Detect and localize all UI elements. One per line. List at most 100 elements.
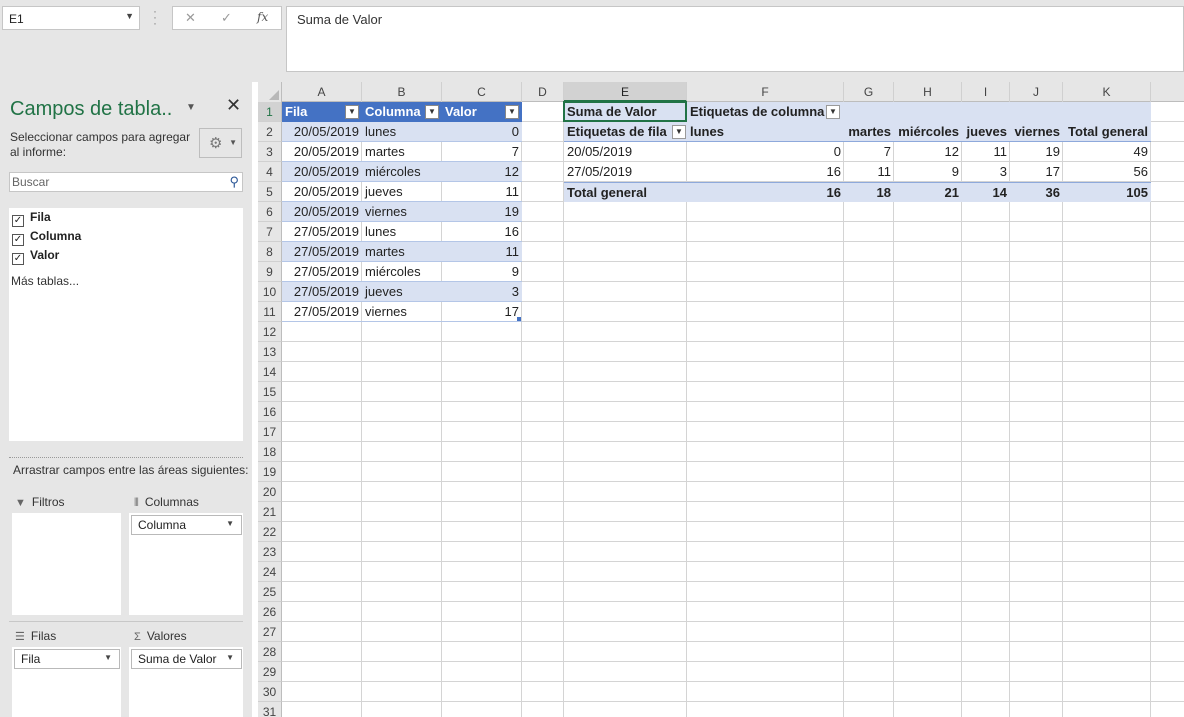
row-header-30[interactable]: 30 (258, 682, 282, 702)
pivot-value-cell[interactable]: 56 (1063, 162, 1151, 182)
row-header-25[interactable]: 25 (258, 582, 282, 602)
table-header-columna[interactable]: Columna ▼ (362, 102, 442, 122)
pivot-value-cell[interactable]: 16 (687, 162, 844, 182)
pivot-grand-total-label[interactable]: Total general (564, 182, 687, 202)
field-item-fila[interactable]: ✓ Fila (12, 210, 51, 227)
chevron-down-icon[interactable]: ▼ (104, 653, 112, 662)
table-cell[interactable]: martes (362, 242, 442, 262)
chevron-down-icon[interactable]: ▼ (226, 653, 234, 662)
row-header-19[interactable]: 19 (258, 462, 282, 482)
pivot-row-labels-title[interactable]: Etiquetas de fila ▼ (564, 122, 687, 142)
table-cell[interactable]: 11 (442, 242, 522, 262)
table-cell[interactable]: 27/05/2019 (282, 222, 362, 242)
worksheet-grid[interactable]: ABCDEFGHIJK 1 2 3 4 5 6 7 8 9 10 11 12 13 14 15 16 17 18 1… (258, 82, 1184, 717)
column-header-b[interactable]: B (362, 82, 442, 102)
field-item-valor[interactable]: ✓ Valor (12, 248, 59, 265)
table-cell[interactable]: 20/05/2019 (282, 202, 362, 222)
pivot-header-fill[interactable] (1010, 102, 1063, 122)
row-header-24[interactable]: 24 (258, 562, 282, 582)
chevron-down-icon[interactable]: ▼ (226, 519, 234, 528)
checkbox-checked-icon[interactable]: ✓ (12, 234, 24, 246)
pivot-grand-total-cell[interactable]: 105 (1063, 182, 1151, 202)
pivot-value-cell[interactable]: 12 (894, 142, 962, 162)
table-cell[interactable]: 27/05/2019 (282, 242, 362, 262)
field-search-input[interactable]: Buscar ⚲ (9, 172, 243, 192)
table-cell[interactable]: 17 (442, 302, 522, 322)
table-cell[interactable]: 16 (442, 222, 522, 242)
more-tables-link[interactable]: Más tablas... (11, 274, 79, 288)
table-cell[interactable]: 20/05/2019 (282, 162, 362, 182)
pivot-column-header[interactable]: lunes (687, 122, 844, 142)
pivot-grand-total-cell[interactable]: 14 (962, 182, 1010, 202)
insert-function-icon[interactable]: fx (257, 10, 268, 24)
pivot-row-label[interactable]: 27/05/2019 (564, 162, 687, 182)
table-cell[interactable]: miércoles (362, 262, 442, 282)
search-icon[interactable]: ⚲ (229, 174, 239, 190)
pivot-value-cell[interactable]: 11 (962, 142, 1010, 162)
row-header-3[interactable]: 3 (258, 142, 282, 162)
pivot-grand-total-cell[interactable]: 36 (1010, 182, 1063, 202)
column-header-f[interactable]: F (687, 82, 844, 102)
more-options-icon[interactable]: · · · (153, 5, 157, 29)
rows-field-chip[interactable]: Fila ▼ (14, 649, 120, 669)
columns-field-chip[interactable]: Columna ▼ (131, 515, 242, 535)
filters-area[interactable] (12, 513, 121, 615)
cancel-icon[interactable]: ✕ (185, 10, 196, 26)
pivot-row-label[interactable]: 20/05/2019 (564, 142, 687, 162)
table-cell[interactable]: 12 (442, 162, 522, 182)
table-cell[interactable]: lunes (362, 222, 442, 242)
pivot-value-cell[interactable]: 11 (844, 162, 894, 182)
pivot-column-header[interactable]: Total general (1063, 122, 1151, 142)
pivot-header-fill[interactable] (1063, 102, 1151, 122)
column-header-j[interactable]: J (1010, 82, 1063, 102)
row-header-15[interactable]: 15 (258, 382, 282, 402)
table-cell[interactable]: 27/05/2019 (282, 282, 362, 302)
row-header-29[interactable]: 29 (258, 662, 282, 682)
pivot-column-header[interactable]: miércoles (894, 122, 962, 142)
table-cell[interactable]: viernes (362, 302, 442, 322)
filter-dropdown-icon[interactable]: ▼ (826, 105, 840, 119)
row-header-18[interactable]: 18 (258, 442, 282, 462)
pivot-grand-total-cell[interactable]: 18 (844, 182, 894, 202)
table-resize-handle[interactable] (517, 317, 521, 321)
table-cell[interactable]: 20/05/2019 (282, 182, 362, 202)
field-item-columna[interactable]: ✓ Columna (12, 229, 81, 246)
pivot-grand-total-cell[interactable]: 21 (894, 182, 962, 202)
row-header-17[interactable]: 17 (258, 422, 282, 442)
table-cell[interactable]: lunes (362, 122, 442, 142)
row-header-7[interactable]: 7 (258, 222, 282, 242)
table-cell[interactable]: jueves (362, 282, 442, 302)
checkbox-checked-icon[interactable]: ✓ (12, 215, 24, 227)
pivot-header-fill[interactable] (844, 102, 894, 122)
columns-area[interactable]: Columna ▼ (129, 513, 243, 615)
row-header-20[interactable]: 20 (258, 482, 282, 502)
filter-dropdown-icon[interactable]: ▼ (505, 105, 519, 119)
table-cell[interactable]: miércoles (362, 162, 442, 182)
chevron-down-icon[interactable]: ▼ (125, 11, 134, 21)
enter-icon[interactable]: ✓ (221, 10, 232, 26)
row-header-31[interactable]: 31 (258, 702, 282, 717)
column-header-k[interactable]: K (1063, 82, 1151, 102)
row-header-27[interactable]: 27 (258, 622, 282, 642)
table-cell[interactable]: 27/05/2019 (282, 302, 362, 322)
column-header-c[interactable]: C (442, 82, 522, 102)
filter-dropdown-icon[interactable]: ▼ (672, 125, 686, 139)
table-cell[interactable]: 7 (442, 142, 522, 162)
values-field-chip[interactable]: Suma de Valor ▼ (131, 649, 242, 669)
pivot-value-cell[interactable]: 3 (962, 162, 1010, 182)
row-header-16[interactable]: 16 (258, 402, 282, 422)
pivot-value-cell[interactable]: 49 (1063, 142, 1151, 162)
row-header-21[interactable]: 21 (258, 502, 282, 522)
row-header-4[interactable]: 4 (258, 162, 282, 182)
row-header-6[interactable]: 6 (258, 202, 282, 222)
row-header-10[interactable]: 10 (258, 282, 282, 302)
table-cell[interactable]: 11 (442, 182, 522, 202)
table-cell[interactable]: 20/05/2019 (282, 122, 362, 142)
filter-dropdown-icon[interactable]: ▼ (345, 105, 359, 119)
pivot-header-fill[interactable] (894, 102, 962, 122)
pivot-column-header[interactable]: viernes (1010, 122, 1063, 142)
values-area[interactable]: Suma de Valor ▼ (129, 647, 243, 717)
row-header-12[interactable]: 12 (258, 322, 282, 342)
table-header-fila[interactable]: Fila ▼ (282, 102, 362, 122)
row-header-13[interactable]: 13 (258, 342, 282, 362)
